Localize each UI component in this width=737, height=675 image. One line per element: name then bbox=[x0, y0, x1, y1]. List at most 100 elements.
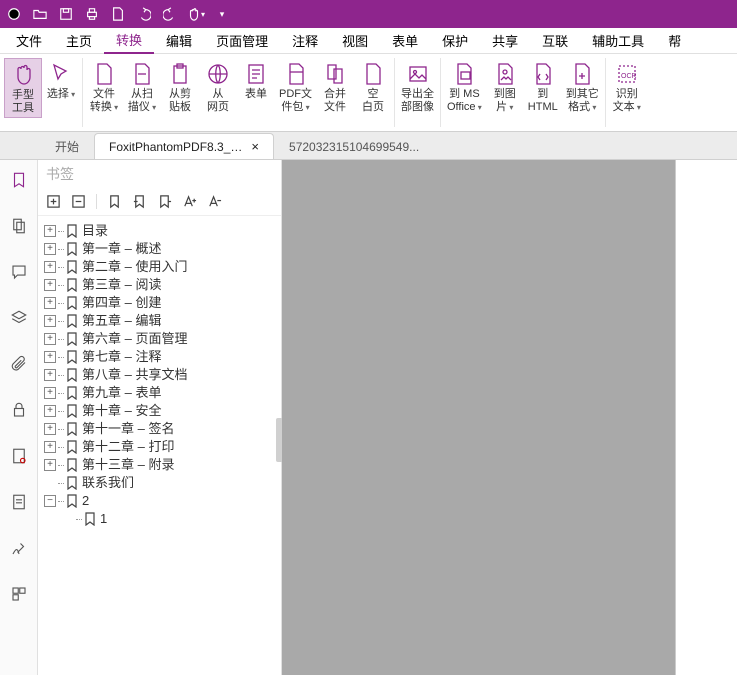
menu-item-2[interactable]: 转换 bbox=[104, 27, 154, 54]
undo-icon[interactable] bbox=[134, 4, 154, 24]
tab-inactive-document[interactable]: 572032315104699549... bbox=[274, 133, 434, 159]
pages-tab-button[interactable] bbox=[7, 214, 31, 238]
expander-icon[interactable]: + bbox=[44, 279, 56, 291]
expander-icon[interactable]: + bbox=[44, 387, 56, 399]
bookmark-label: 第五章 – 编辑 bbox=[82, 312, 161, 330]
merge-files-button[interactable]: 合并 文件 bbox=[316, 58, 354, 116]
delete-bookmark-icon[interactable] bbox=[157, 194, 172, 209]
bookmark-icon bbox=[66, 422, 78, 436]
expander-icon[interactable]: + bbox=[44, 297, 56, 309]
print-icon[interactable] bbox=[82, 4, 102, 24]
quick-access-dropdown-icon[interactable]: ▾ bbox=[212, 4, 232, 24]
new-doc-icon[interactable] bbox=[108, 4, 128, 24]
expander-icon[interactable]: + bbox=[44, 225, 56, 237]
from-clipboard-button[interactable]: 从剪 贴板 bbox=[161, 58, 199, 116]
collapse-all-icon[interactable] bbox=[71, 194, 97, 209]
form-fields-tab-button[interactable] bbox=[7, 490, 31, 514]
from-web-button[interactable]: 从 网页 bbox=[199, 58, 237, 116]
bookmark-item[interactable]: +第十三章 – 附录 bbox=[40, 456, 279, 474]
expander-icon[interactable]: + bbox=[44, 261, 56, 273]
security-tab-button[interactable] bbox=[7, 398, 31, 422]
comments-tab-button[interactable] bbox=[7, 260, 31, 284]
pdf-package-button[interactable]: PDF文 件包 ▾ bbox=[275, 58, 316, 116]
font-larger-icon[interactable] bbox=[182, 194, 197, 209]
expander-icon[interactable]: + bbox=[44, 315, 56, 327]
bookmark-item[interactable]: +第一章 – 概述 bbox=[40, 240, 279, 258]
ocr-icon: OCR bbox=[615, 60, 639, 88]
form-button[interactable]: 表单 bbox=[237, 58, 275, 103]
to-office-button[interactable]: 到 MS Office ▾ bbox=[443, 58, 486, 116]
close-icon[interactable]: × bbox=[251, 139, 259, 154]
menu-item-5[interactable]: 注释 bbox=[280, 28, 330, 53]
bookmark-item[interactable]: + 第五章 – 编辑 bbox=[40, 312, 279, 330]
expander-icon[interactable]: + bbox=[44, 459, 56, 471]
to-html-button[interactable]: 到 HTML bbox=[524, 58, 562, 116]
bookmark-item[interactable]: +第十二章 – 打印 bbox=[40, 438, 279, 456]
bookmark-item[interactable]: +第二章 – 使用入门 bbox=[40, 258, 279, 276]
bookmark-item[interactable]: +第十章 – 安全 bbox=[40, 402, 279, 420]
portfolio-tab-button[interactable] bbox=[7, 582, 31, 606]
bookmark-item[interactable]: 联系我们 bbox=[40, 474, 279, 492]
bookmark-item[interactable]: +第四章 – 创建 bbox=[40, 294, 279, 312]
bookmark-item[interactable]: +第七章 – 注释 bbox=[40, 348, 279, 366]
tab-active-document[interactable]: FoxitPhantomPDF8.3_M...× bbox=[94, 133, 274, 159]
new-bookmark-icon[interactable] bbox=[107, 194, 122, 209]
bookmark-item[interactable]: +目录 bbox=[40, 222, 279, 240]
blank-page-button[interactable]: 空 白页 bbox=[354, 58, 392, 116]
bookmark-item[interactable]: +第八章 – 共享文档 bbox=[40, 366, 279, 384]
menu-item-10[interactable]: 互联 bbox=[530, 28, 580, 53]
menu-item-11[interactable]: 辅助工具 bbox=[580, 28, 656, 53]
bookmark-label: 第十一章 – 签名 bbox=[82, 420, 174, 438]
title-bar: ▾ ▾ bbox=[0, 0, 737, 28]
expander-icon[interactable]: + bbox=[44, 405, 56, 417]
document-tabs: 开始 FoxitPhantomPDF8.3_M...× 572032315104… bbox=[0, 132, 737, 160]
sign-tab-button[interactable] bbox=[7, 536, 31, 560]
expander-icon[interactable]: + bbox=[44, 441, 56, 453]
font-smaller-icon[interactable] bbox=[207, 194, 222, 209]
to-image-button[interactable]: 到图 片 ▾ bbox=[486, 58, 524, 116]
bookmark-item[interactable]: + 第十一章 – 签名 bbox=[40, 420, 279, 438]
hand-tool-button[interactable]: 手型 工具 bbox=[4, 58, 42, 118]
menu-item-8[interactable]: 保护 bbox=[430, 28, 480, 53]
from-scanner-button[interactable]: 从扫 描仪 ▾ bbox=[123, 58, 161, 116]
to-other-button[interactable]: 到其它 格式 ▾ bbox=[562, 58, 603, 116]
attachments-tab-button[interactable] bbox=[7, 352, 31, 376]
select-tool-button[interactable]: 选择 ▾ bbox=[42, 58, 80, 103]
expand-all-icon[interactable] bbox=[46, 194, 61, 209]
expander-icon[interactable]: + bbox=[44, 423, 56, 435]
document-view[interactable] bbox=[282, 160, 737, 675]
export-images-button[interactable]: 导出全 部图像 bbox=[397, 58, 438, 116]
bookmark-item[interactable]: +第六章 – 页面管理 bbox=[40, 330, 279, 348]
expander-icon[interactable]: + bbox=[44, 243, 56, 255]
signatures-tab-button[interactable] bbox=[7, 444, 31, 468]
menu-item-3[interactable]: 编辑 bbox=[154, 28, 204, 53]
tab-start[interactable]: 开始 bbox=[40, 133, 94, 159]
expander-icon[interactable]: − bbox=[44, 495, 56, 507]
menu-item-9[interactable]: 共享 bbox=[480, 28, 530, 53]
cut-bookmark-icon[interactable] bbox=[132, 194, 147, 209]
open-icon[interactable] bbox=[30, 4, 50, 24]
layers-tab-button[interactable] bbox=[7, 306, 31, 330]
ocr-button[interactable]: OCR识别 文本 ▾ bbox=[608, 58, 646, 116]
bookmark-item[interactable]: +第九章 – 表单 bbox=[40, 384, 279, 402]
redo-icon[interactable] bbox=[160, 4, 180, 24]
save-icon[interactable] bbox=[56, 4, 76, 24]
menu-item-0[interactable]: 文件 bbox=[4, 28, 54, 53]
bookmark-item[interactable]: +第三章 – 阅读 bbox=[40, 276, 279, 294]
bookmark-item[interactable]: 1 bbox=[40, 510, 279, 528]
bookmarks-tab-button[interactable] bbox=[7, 168, 31, 192]
expander-icon[interactable]: + bbox=[44, 351, 56, 363]
hand-icon bbox=[11, 61, 35, 89]
splitter-handle[interactable] bbox=[276, 418, 282, 462]
bookmark-item[interactable]: −2 bbox=[40, 492, 279, 510]
menu-item-6[interactable]: 视图 bbox=[330, 28, 380, 53]
menu-item-1[interactable]: 主页 bbox=[54, 28, 104, 53]
menu-item-4[interactable]: 页面管理 bbox=[204, 28, 280, 53]
menu-item-7[interactable]: 表单 bbox=[380, 28, 430, 53]
hand-quick-icon[interactable]: ▾ bbox=[186, 4, 206, 24]
expander-icon[interactable]: + bbox=[44, 333, 56, 345]
file-convert-button[interactable]: 文件 转换 ▾ bbox=[85, 58, 123, 116]
expander-icon[interactable]: + bbox=[44, 369, 56, 381]
menu-item-12[interactable]: 帮 bbox=[656, 28, 693, 53]
bookmark-icon bbox=[66, 332, 78, 346]
